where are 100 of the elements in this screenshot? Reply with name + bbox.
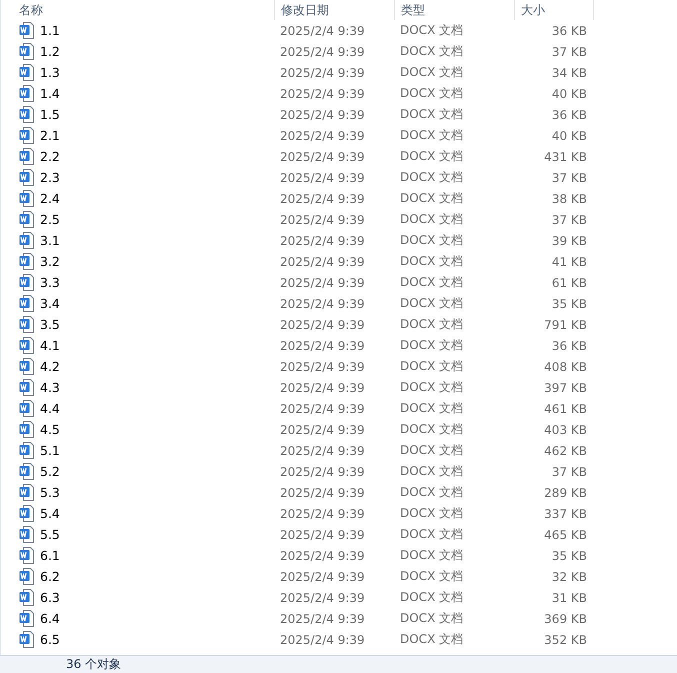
word-document-icon <box>19 64 35 81</box>
modified-date: 2025/2/4 9:39 <box>279 212 366 226</box>
file-name[interactable]: 5.3 <box>40 485 60 500</box>
word-document-icon <box>19 148 35 165</box>
file-size: 461 KB <box>543 402 588 416</box>
modified-date: 2025/2/4 9:39 <box>279 66 366 80</box>
modified-date: 2025/2/4 9:39 <box>279 338 366 352</box>
modified-date: 2025/2/4 9:39 <box>279 444 366 458</box>
modified-date: 2025/2/4 9:39 <box>279 528 366 542</box>
file-size: 431 KB <box>543 150 588 164</box>
file-name[interactable]: 4.1 <box>40 338 60 353</box>
file-type: DOCX 文档 <box>399 421 464 438</box>
file-type: DOCX 文档 <box>399 190 464 207</box>
file-name[interactable]: 1.1 <box>40 23 60 38</box>
word-document-icon <box>19 127 35 144</box>
file-name[interactable]: 3.4 <box>40 296 60 311</box>
word-document-icon <box>19 316 35 333</box>
file-name[interactable]: 5.5 <box>40 527 60 542</box>
file-size: 31 KB <box>550 590 588 604</box>
word-document-icon <box>19 463 35 480</box>
file-name[interactable]: 4.2 <box>40 359 60 374</box>
file-size: 34 KB <box>550 66 588 80</box>
file-size: 35 KB <box>550 548 588 562</box>
word-document-icon <box>19 526 35 543</box>
file-name[interactable]: 6.4 <box>40 611 60 626</box>
file-name[interactable]: 6.1 <box>40 548 60 563</box>
file-type: DOCX 文档 <box>399 568 464 585</box>
column-header[interactable]: 名称 <box>19 0 274 20</box>
file-type: DOCX 文档 <box>399 631 464 648</box>
file-size: 289 KB <box>543 486 588 500</box>
modified-date: 2025/2/4 9:39 <box>279 360 366 374</box>
column-header[interactable]: 修改日期 <box>274 0 394 20</box>
modified-date: 2025/2/4 9:39 <box>279 570 366 584</box>
file-name[interactable]: 1.2 <box>40 44 60 59</box>
modified-date: 2025/2/4 9:39 <box>279 44 366 58</box>
file-name[interactable]: 4.5 <box>40 422 60 437</box>
file-name[interactable]: 2.4 <box>40 191 60 206</box>
word-document-icon <box>19 22 35 39</box>
file-name[interactable]: 5.4 <box>40 506 60 521</box>
file-type: DOCX 文档 <box>399 463 464 480</box>
word-document-icon <box>19 610 35 627</box>
file-size: 36 KB <box>550 24 588 38</box>
word-document-icon <box>19 232 35 249</box>
modified-date: 2025/2/4 9:39 <box>279 128 366 142</box>
modified-date: 2025/2/4 9:39 <box>279 380 366 394</box>
file-size: 403 KB <box>543 422 588 436</box>
file-name[interactable]: 6.2 <box>40 569 60 584</box>
word-document-icon <box>19 295 35 312</box>
file-type: DOCX 文档 <box>399 253 464 270</box>
word-document-icon <box>19 253 35 270</box>
file-name[interactable]: 2.3 <box>40 170 60 185</box>
file-size: 37 KB <box>550 170 588 184</box>
file-name[interactable]: 1.5 <box>40 107 60 122</box>
file-size: 37 KB <box>550 464 588 478</box>
file-type: DOCX 文档 <box>399 505 464 522</box>
file-size: 352 KB <box>543 632 588 646</box>
word-document-icon <box>19 442 35 459</box>
word-document-icon <box>19 211 35 228</box>
file-type: DOCX 文档 <box>399 148 464 165</box>
file-name[interactable]: 3.2 <box>40 254 60 269</box>
file-name[interactable]: 2.5 <box>40 212 60 227</box>
file-name[interactable]: 1.3 <box>40 65 60 80</box>
file-type: DOCX 文档 <box>399 232 464 249</box>
modified-date: 2025/2/4 9:39 <box>279 422 366 436</box>
column-header[interactable]: 类型 <box>394 0 514 20</box>
modified-date: 2025/2/4 9:39 <box>279 590 366 604</box>
file-type: DOCX 文档 <box>399 337 464 354</box>
file-size: 369 KB <box>543 612 588 626</box>
modified-date: 2025/2/4 9:39 <box>279 632 366 646</box>
file-name[interactable]: 4.3 <box>40 380 60 395</box>
file-type: DOCX 文档 <box>399 106 464 123</box>
file-name[interactable]: 5.2 <box>40 464 60 479</box>
file-name[interactable]: 5.1 <box>40 443 60 458</box>
file-name[interactable]: 6.5 <box>40 632 60 647</box>
file-name[interactable]: 3.1 <box>40 233 60 248</box>
column-header[interactable]: 大小 <box>514 0 594 20</box>
file-type: DOCX 文档 <box>399 43 464 60</box>
file-name[interactable]: 3.3 <box>40 275 60 290</box>
file-size: 35 KB <box>550 296 588 310</box>
file-name[interactable]: 4.4 <box>40 401 60 416</box>
modified-date: 2025/2/4 9:39 <box>279 170 366 184</box>
file-name[interactable]: 6.3 <box>40 590 60 605</box>
file-type: DOCX 文档 <box>399 442 464 459</box>
word-document-icon <box>19 337 35 354</box>
word-document-icon <box>19 589 35 606</box>
file-size: 791 KB <box>543 318 588 332</box>
file-type: DOCX 文档 <box>399 169 464 186</box>
modified-date: 2025/2/4 9:39 <box>279 402 366 416</box>
file-name[interactable]: 2.2 <box>40 149 60 164</box>
modified-date: 2025/2/4 9:39 <box>279 234 366 248</box>
file-name[interactable]: 1.4 <box>40 86 60 101</box>
file-name[interactable]: 2.1 <box>40 128 60 143</box>
word-document-icon <box>19 85 35 102</box>
modified-date: 2025/2/4 9:39 <box>279 464 366 478</box>
file-name[interactable]: 3.5 <box>40 317 60 332</box>
file-size: 36 KB <box>550 108 588 122</box>
word-document-icon <box>19 43 35 60</box>
file-type: DOCX 文档 <box>399 610 464 627</box>
word-document-icon <box>19 400 35 417</box>
file-size: 40 KB <box>550 128 588 142</box>
